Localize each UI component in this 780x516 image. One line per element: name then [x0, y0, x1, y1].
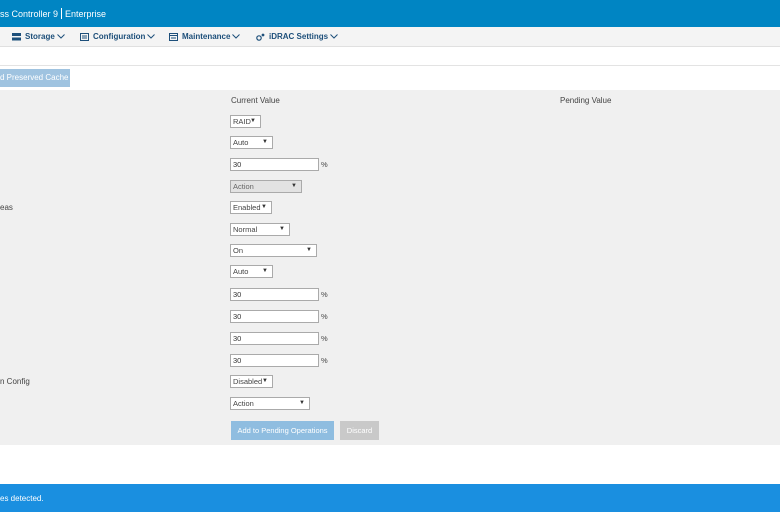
- rate-input-4[interactable]: 30: [230, 332, 319, 345]
- dropdown-arrow-icon: ▼: [262, 268, 268, 274]
- on-select[interactable]: On ▼: [230, 244, 317, 257]
- dropdown-arrow-icon: ▼: [279, 226, 285, 232]
- select-value: On: [233, 246, 244, 255]
- select-value: Normal: [233, 225, 258, 234]
- status-message: es detected.: [0, 494, 44, 503]
- select-value: RAID: [233, 117, 251, 126]
- action-select-disabled[interactable]: Action ▼: [230, 180, 302, 193]
- enabled-select[interactable]: Enabled ▼: [230, 201, 272, 214]
- storage-icon: [12, 33, 21, 41]
- nav-maintenance[interactable]: Maintenance: [169, 32, 244, 44]
- app-header: ss Controller 9 Enterprise: [0, 0, 780, 27]
- title-separator: [61, 8, 63, 19]
- dropdown-arrow-icon: ▼: [306, 247, 312, 253]
- main-nav: Storage Configuration Maintenance iDRAC …: [0, 27, 780, 47]
- idrac-settings-icon: [256, 33, 265, 41]
- nav-configuration-label: Configuration: [93, 32, 146, 41]
- content-divider: [0, 65, 780, 66]
- action-select[interactable]: Action ▼: [230, 397, 310, 410]
- select-value: Auto: [233, 267, 249, 276]
- add-to-pending-button[interactable]: Add to Pending Operations: [231, 421, 334, 440]
- nav-idrac-settings-label: iDRAC Settings: [269, 32, 329, 41]
- controller-properties-panel: [0, 90, 780, 445]
- percent-unit: %: [321, 334, 328, 343]
- chevron-down-icon: [330, 34, 338, 39]
- select-value: Auto: [233, 138, 249, 147]
- select-value: Enabled: [233, 203, 261, 212]
- chevron-down-icon: [147, 34, 156, 39]
- percent-unit: %: [321, 356, 328, 365]
- nav-storage[interactable]: Storage: [12, 32, 69, 44]
- row-label: n Config: [0, 377, 30, 386]
- select-value: Action: [233, 182, 254, 191]
- app-title: ss Controller 9 Enterprise: [0, 8, 106, 19]
- configuration-icon: [80, 33, 89, 41]
- rate-input-2[interactable]: 30: [230, 288, 319, 301]
- rate-input[interactable]: 30: [230, 158, 319, 171]
- dropdown-arrow-icon: ▼: [261, 204, 267, 210]
- status-bar: es detected.: [0, 484, 780, 512]
- chevron-down-icon: [232, 34, 241, 39]
- row-label: eas: [0, 203, 13, 212]
- dropdown-arrow-icon: ▼: [299, 400, 305, 406]
- dropdown-arrow-icon: ▼: [262, 139, 268, 145]
- raid-mode-select[interactable]: RAID ▼: [230, 115, 261, 128]
- select-value: Action: [233, 399, 254, 408]
- select-value: Disabled: [233, 377, 263, 386]
- current-value-header: Current Value: [231, 96, 280, 105]
- chevron-down-icon: [56, 34, 65, 39]
- nav-storage-label: Storage: [25, 32, 55, 41]
- nav-maintenance-label: Maintenance: [182, 32, 231, 41]
- normal-select[interactable]: Normal ▼: [230, 223, 290, 236]
- dropdown-arrow-icon: ▼: [262, 378, 268, 384]
- discard-button[interactable]: Discard: [340, 421, 379, 440]
- percent-unit: %: [321, 160, 328, 169]
- rate-input-5[interactable]: 30: [230, 354, 319, 367]
- rate-input-3[interactable]: 30: [230, 310, 319, 323]
- dropdown-arrow-icon: ▼: [250, 118, 256, 124]
- percent-unit: %: [321, 290, 328, 299]
- maintenance-icon: [169, 33, 178, 41]
- disabled-select[interactable]: Disabled ▼: [230, 375, 273, 388]
- dropdown-arrow-icon: ▼: [291, 183, 297, 189]
- pending-value-header: Pending Value: [560, 96, 612, 105]
- controller-name: ss Controller 9: [0, 9, 59, 19]
- preserved-cache-button[interactable]: d Preserved Cache: [0, 69, 70, 87]
- nav-configuration[interactable]: Configuration: [80, 32, 159, 44]
- auto-select-2[interactable]: Auto ▼: [230, 265, 273, 278]
- license-edition: Enterprise: [65, 9, 107, 19]
- nav-idrac-settings[interactable]: iDRAC Settings: [256, 32, 342, 44]
- percent-unit: %: [321, 312, 328, 321]
- auto-select[interactable]: Auto ▼: [230, 136, 273, 149]
